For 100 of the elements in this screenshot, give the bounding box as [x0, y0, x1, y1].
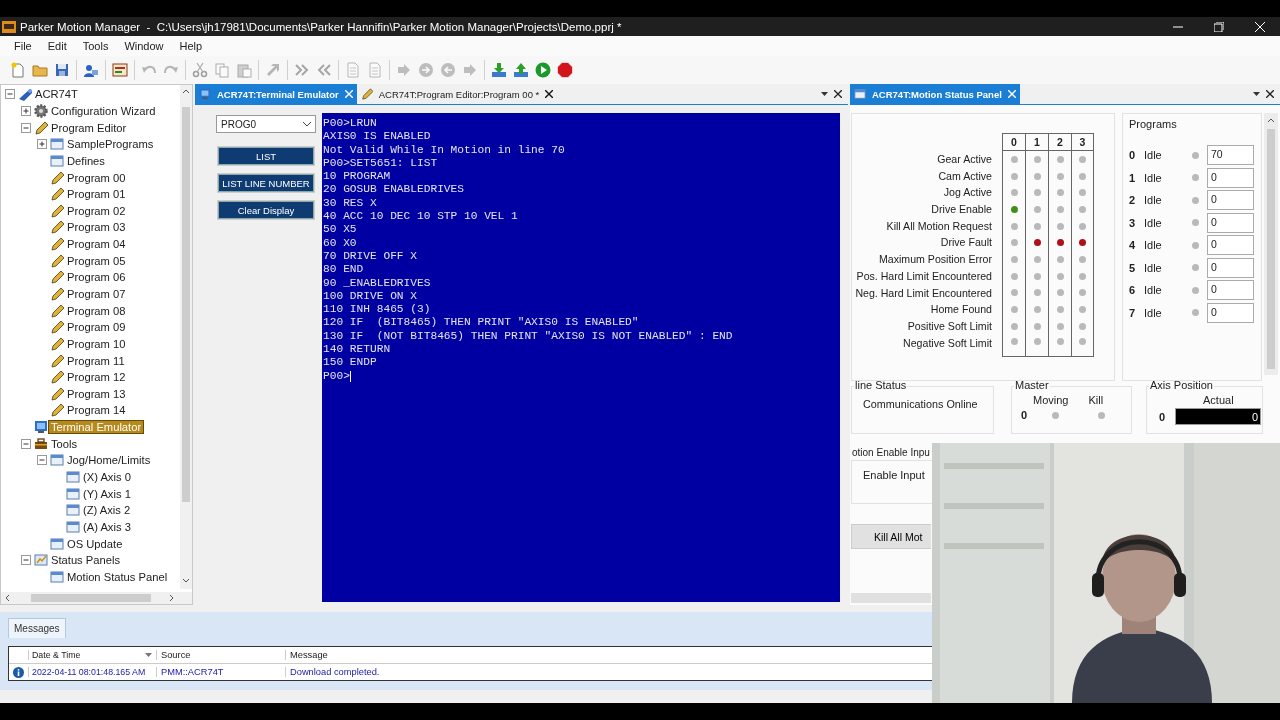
group-title: Axis Position [1149, 381, 1214, 391]
horizontal-scrollbar[interactable] [851, 593, 931, 603]
document-tab[interactable]: ACR74T:Program Editor:Program 00 * [356, 84, 558, 104]
group-title: Programs [1129, 118, 1178, 130]
line-field[interactable]: 0 [1207, 190, 1254, 211]
tree-item[interactable]: Tools [49, 437, 80, 450]
terminal-line: 110 INH 8465 (3) [323, 303, 431, 317]
window-icon [50, 153, 64, 168]
axis-number: 0 [1159, 410, 1166, 423]
close-icon[interactable] [1266, 90, 1274, 98]
dropdown-icon[interactable] [821, 92, 828, 96]
tree-item[interactable]: Defines [65, 154, 107, 167]
line-field[interactable]: 0 [1207, 257, 1254, 278]
collapse-icon[interactable] [36, 454, 48, 467]
tree-item[interactable]: Program 09 [65, 321, 128, 334]
stop-icon[interactable] [555, 60, 575, 80]
collapse-icon[interactable] [4, 88, 16, 101]
tree-item[interactable]: OS Update [65, 537, 125, 550]
expand-icon[interactable] [20, 104, 32, 117]
window-icon [66, 519, 80, 534]
tree-item[interactable]: (Z) Axis 2 [81, 504, 133, 517]
terminal-button[interactable]: Clear Display [218, 201, 314, 219]
window-icon [66, 470, 80, 485]
messages-tab[interactable]: Messages [8, 618, 66, 638]
tree-item[interactable]: Status Panels [49, 554, 123, 567]
status-label: Drive Fault [939, 235, 992, 251]
tree-item[interactable]: Program Editor [49, 121, 129, 134]
tree-item[interactable]: (A) Axis 3 [81, 520, 133, 533]
close-icon[interactable] [545, 90, 554, 98]
status-label: Negative Soft Limit [902, 335, 992, 351]
window-icon [50, 569, 64, 584]
menu-item[interactable]: Tools [74, 38, 117, 54]
tree-item[interactable]: Program 03 [65, 221, 128, 234]
window-icon [50, 536, 64, 551]
axis-number: 0 [1021, 409, 1028, 421]
window-title: Parker Motion Manager - C:\Users\jh17981\Documents\Parker Hannifin\Parker Motion Manager\Projects\Demo.pprj * [20, 20, 623, 33]
program-number: 4 [1129, 239, 1137, 252]
terminal-line: 100 DRIVE ON X [323, 289, 417, 304]
terminal-line: 80 END [323, 263, 364, 277]
program-number: 6 [1129, 284, 1137, 297]
monitor-icon [34, 420, 48, 435]
terminal-icon[interactable] [110, 60, 130, 80]
terminal-button[interactable]: LIST LINE NUMBER [218, 174, 314, 192]
menu-item[interactable]: Edit [39, 38, 75, 54]
document-tab[interactable]: ACR74T:Motion Status Panel [850, 84, 1020, 104]
kill-button[interactable]: Kill All Mot [851, 524, 931, 549]
tree-item[interactable]: Program 04 [65, 238, 128, 251]
play-icon[interactable] [533, 60, 553, 80]
tree-item[interactable]: Program 08 [65, 304, 128, 317]
info-icon [13, 666, 24, 678]
document-tab[interactable]: ACR74T:Terminal Emulator [195, 84, 357, 104]
sort-icon[interactable] [145, 653, 152, 657]
pencil-icon [360, 88, 373, 100]
group-title: otion Enable Inpu [851, 447, 930, 458]
program-number: 7 [1129, 306, 1137, 319]
expand-icon[interactable] [36, 138, 48, 151]
tree-item[interactable]: Configuration Wizard [49, 104, 158, 117]
tree-item[interactable]: Program 00 [65, 171, 128, 184]
tree-item[interactable]: Program 07 [65, 288, 128, 300]
window-icon [66, 503, 80, 518]
dropdown-icon[interactable] [1253, 92, 1260, 96]
tree-item[interactable]: Program 01 [65, 188, 128, 201]
tree-item[interactable]: Motion Status Panel [65, 570, 170, 583]
tree-item[interactable]: (X) Axis 0 [81, 471, 133, 484]
restore-icon[interactable] [1214, 21, 1224, 32]
tree-item[interactable]: Program 06 [65, 271, 128, 284]
menu-item[interactable]: Help [171, 38, 211, 54]
tree-item[interactable]: (Y) Axis 1 [81, 487, 133, 500]
tree-item[interactable]: SamplePrograms [65, 138, 156, 151]
collapse-icon[interactable] [20, 554, 32, 567]
menu-item[interactable]: Window [116, 38, 172, 54]
line-field[interactable]: 70 [1207, 145, 1254, 166]
tree-item[interactable]: Program 13 [65, 387, 128, 400]
collapse-icon[interactable] [20, 437, 32, 450]
program-dropdown[interactable]: PROG0 [216, 115, 316, 133]
line-field[interactable]: 0 [1207, 302, 1254, 323]
program-state: Idle [1144, 306, 1163, 319]
line-field[interactable]: 0 [1207, 235, 1254, 256]
program-state: Idle [1144, 171, 1163, 184]
line-field[interactable]: 0 [1207, 212, 1254, 233]
tree-item[interactable]: Program 12 [65, 371, 128, 384]
terminal-line: P00> [323, 369, 350, 383]
line-field[interactable]: 0 [1207, 280, 1254, 301]
tree-item[interactable]: ACR74T [33, 88, 80, 101]
tree-item[interactable]: Program 11 [65, 354, 127, 367]
download-icon[interactable] [489, 60, 509, 80]
terminal-button[interactable]: LIST [218, 147, 314, 165]
tree-item[interactable]: Jog/Home/Limits [65, 454, 153, 467]
close-icon[interactable] [834, 90, 842, 98]
status-text: Communications Online [862, 397, 979, 410]
pencil-icon [50, 237, 64, 252]
menu-item[interactable]: File [6, 38, 40, 54]
tree-item[interactable]: Program 05 [65, 254, 128, 267]
tree-item[interactable]: Program 10 [65, 337, 128, 350]
tree-item[interactable]: Program 14 [65, 404, 128, 417]
line-field[interactable]: 0 [1207, 167, 1254, 188]
program-number: 0 [1129, 149, 1137, 162]
gear-icon [34, 103, 48, 118]
collapse-icon[interactable] [20, 121, 32, 134]
tree-item[interactable]: Program 02 [65, 204, 128, 217]
